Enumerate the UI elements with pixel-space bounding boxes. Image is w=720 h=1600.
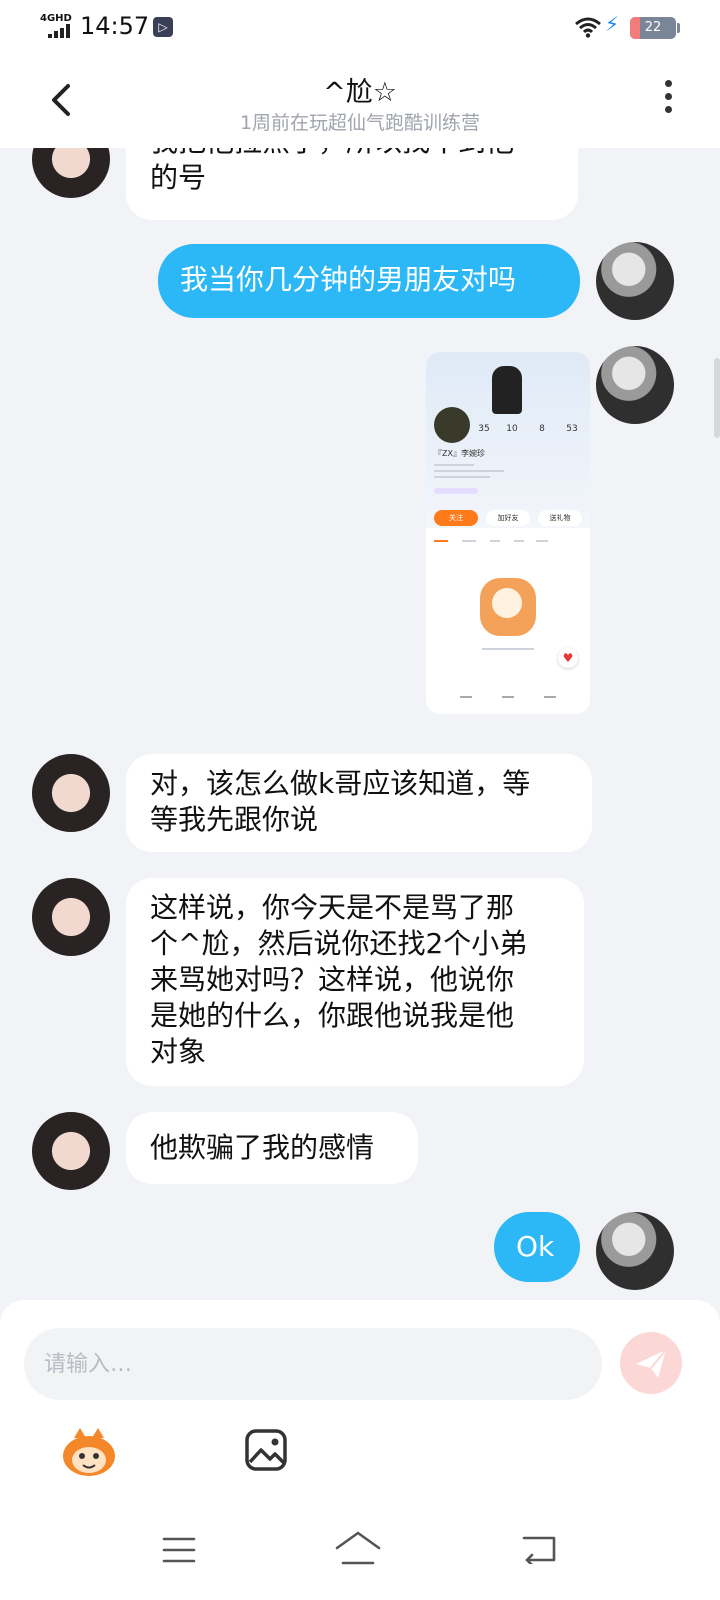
avatar-male[interactable] bbox=[596, 1212, 674, 1290]
image-add-friend-label: 加好友 bbox=[486, 510, 530, 526]
image-stat: 10 bbox=[506, 424, 518, 434]
status-time: 14:57 bbox=[80, 12, 150, 40]
image-stat: 8 bbox=[539, 424, 545, 434]
chat-header: ^尬☆ 1周前在玩超仙气跑酷训练营 bbox=[0, 56, 720, 148]
heart-icon: ♥ bbox=[558, 648, 578, 668]
play-app-icon: ▷ bbox=[153, 17, 173, 37]
battery-icon: 22 bbox=[630, 17, 676, 39]
emoji-mascot-icon[interactable] bbox=[60, 1426, 118, 1478]
message-text: Ok bbox=[516, 1230, 555, 1263]
message-text: 等我先跟你说 bbox=[150, 803, 319, 836]
send-button[interactable] bbox=[620, 1332, 682, 1394]
image-gift-label: 送礼物 bbox=[538, 510, 582, 526]
home-icon[interactable] bbox=[334, 1530, 382, 1566]
profile-figure-image bbox=[492, 366, 522, 414]
image-icon[interactable] bbox=[244, 1428, 288, 1472]
wifi-icon bbox=[575, 17, 601, 38]
network-type: 4GHD bbox=[40, 13, 72, 24]
message-bubble[interactable]: 我把他拉黑了，所以找不到他 的号 bbox=[126, 148, 578, 220]
message-input[interactable] bbox=[24, 1328, 602, 1400]
message-bubble[interactable]: 对，该怎么做k哥应该知道，等 等我先跟你说 bbox=[126, 754, 592, 852]
message-text: 来骂她对吗？这样说，他说你 bbox=[150, 963, 515, 996]
battery-cap bbox=[677, 23, 680, 33]
message-text: 这样说，你今天是不是骂了那 bbox=[150, 891, 515, 924]
profile-avatar-image bbox=[434, 407, 470, 443]
message-bubble[interactable]: 我当你几分钟的男朋友对吗 bbox=[158, 244, 580, 318]
image-follow-label: 关注 bbox=[434, 510, 478, 526]
avatar-male[interactable] bbox=[596, 242, 674, 320]
message-text: 对，该怎么做k哥应该知道，等 bbox=[150, 767, 531, 800]
message-bubble[interactable]: 他欺骗了我的感情 bbox=[126, 1112, 418, 1184]
image-stat: 53 bbox=[566, 424, 578, 434]
message-text: 我把他拉黑了，所以找不到他 bbox=[150, 148, 554, 160]
message-text: 是她的什么，你跟他说我是他 bbox=[150, 999, 515, 1032]
avatar-female[interactable] bbox=[32, 878, 110, 956]
avatar-female[interactable] bbox=[32, 148, 110, 198]
status-bar: 4GHD 14:57 ▷ ⚡ 22 bbox=[0, 0, 720, 56]
message-text: 他欺骗了我的感情 bbox=[150, 1131, 375, 1164]
message-list[interactable]: 我把他拉黑了，所以找不到他 的号 我当你几分钟的男朋友对吗 35 10 8 53… bbox=[0, 148, 720, 1310]
message-text: 对象 bbox=[150, 1035, 207, 1068]
contact-status: 1周前在玩超仙气跑酷训练营 bbox=[239, 112, 481, 134]
message-bubble[interactable]: Ok bbox=[494, 1212, 580, 1282]
message-text: 的号 bbox=[150, 161, 207, 194]
charging-icon: ⚡ bbox=[605, 12, 620, 36]
avatar-female[interactable] bbox=[32, 1112, 110, 1190]
signal-icon bbox=[48, 24, 72, 38]
message-bubble[interactable]: 这样说，你今天是不是骂了那 个^尬，然后说你还找2个小弟 来骂她对吗？这样说，他… bbox=[126, 878, 584, 1086]
image-message[interactable]: 35 10 8 53 『ZX』李婉珍 关注 加好友 送礼物 ♥ bbox=[426, 352, 590, 714]
image-profile-name: 『ZX』李婉珍 bbox=[434, 449, 485, 458]
more-vertical-icon[interactable] bbox=[656, 76, 680, 124]
message-text: 我当你几分钟的男朋友对吗 bbox=[180, 263, 517, 296]
back-icon[interactable] bbox=[520, 1532, 560, 1564]
scrollbar[interactable] bbox=[714, 358, 720, 438]
page-title: ^尬☆ bbox=[323, 77, 397, 108]
menu-icon[interactable] bbox=[162, 1536, 196, 1564]
avatar-male[interactable] bbox=[596, 346, 674, 424]
battery-level: 22 bbox=[644, 20, 662, 35]
send-icon bbox=[636, 1349, 667, 1378]
message-text: 个^尬，然后说你还找2个小弟 bbox=[150, 927, 528, 960]
image-stat: 35 bbox=[478, 424, 490, 434]
avatar-female[interactable] bbox=[32, 754, 110, 832]
